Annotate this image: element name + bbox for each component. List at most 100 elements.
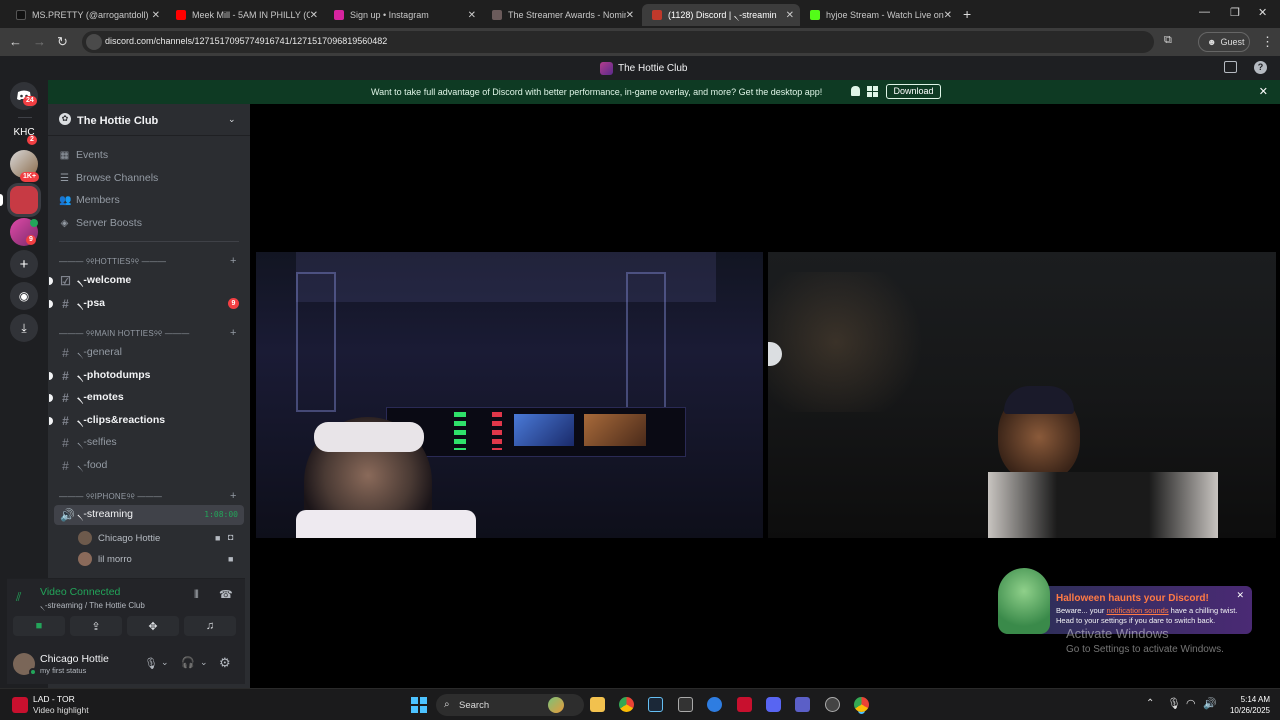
browser-tab-active[interactable]: (1128) Discord | ৲-streamin ✕: [642, 4, 800, 26]
volume-icon[interactable]: 🔊: [1203, 697, 1217, 710]
channel-clips-reactions[interactable]: # ৲-clips&reactions: [59, 411, 243, 431]
forward-icon[interactable]: →: [33, 34, 46, 49]
close-icon[interactable]: ✕: [786, 10, 794, 21]
channel-photodumps[interactable]: # ৲-photodumps: [59, 366, 243, 386]
close-icon[interactable]: ✕: [626, 10, 634, 21]
close-window-icon[interactable]: ✕: [1258, 6, 1267, 19]
disconnect-icon[interactable]: ☎: [219, 588, 233, 601]
call-timer: 1:08:00: [204, 510, 238, 519]
tab-title: Sign up • Instagram: [350, 10, 429, 20]
widget-title[interactable]: LAD - TOR: [33, 694, 75, 704]
epic-games-icon[interactable]: [678, 697, 693, 712]
channel-welcome[interactable]: ☑ ৲-welcome: [59, 271, 243, 291]
download-apps-icon[interactable]: ⤓: [10, 314, 38, 342]
help-icon[interactable]: ?: [1254, 61, 1267, 74]
chevron-down-icon[interactable]: ⌄: [161, 657, 169, 668]
reload-icon[interactable]: ↻: [57, 34, 68, 50]
steam-icon[interactable]: [648, 697, 663, 712]
add-server-icon[interactable]: +: [10, 250, 38, 278]
user-panel: Chicago Hottie my first status 🎙 ⌄ 🎧 ⌄ ⚙: [7, 646, 245, 684]
browser-tab[interactable]: The Streamer Awards - Nomina ✕: [482, 4, 640, 26]
menu-browse-channels[interactable]: ☰ Browse Channels: [59, 172, 158, 184]
close-icon[interactable]: ✕: [1259, 85, 1268, 98]
notification-sounds-link[interactable]: notification sounds: [1106, 606, 1168, 615]
discord-icon[interactable]: [766, 697, 781, 712]
chrome-icon[interactable]: [619, 697, 634, 712]
headphones-icon[interactable]: 🎧: [181, 656, 195, 669]
channel-general[interactable]: # ৲-general: [59, 343, 243, 363]
channel-emotes[interactable]: # ৲-emotes: [59, 388, 243, 408]
camera-icon: ■: [228, 554, 234, 564]
minimize-icon[interactable]: —: [1199, 6, 1210, 18]
menu-events[interactable]: ▦ Events: [59, 149, 108, 161]
server-header[interactable]: ✿ The Hottie Club ⌄: [48, 104, 250, 136]
menu-server-boosts[interactable]: ◈ Server Boosts: [59, 217, 142, 229]
site-info-icon[interactable]: [86, 34, 102, 50]
browser-tab[interactable]: Sign up • Instagram ✕: [324, 4, 482, 26]
create-channel-icon[interactable]: +: [230, 255, 236, 267]
noise-suppression-icon[interactable]: ⦀: [194, 589, 199, 602]
tab-title: Meek Mill - 5AM IN PHILLY (Of: [192, 10, 310, 20]
microphone-icon[interactable]: 🎙: [144, 657, 158, 670]
voice-member[interactable]: lil morro: [78, 552, 132, 566]
microphone-icon[interactable]: 🎙: [1167, 697, 1181, 710]
system-clock[interactable]: 5:14 AM 10/26/2025: [1226, 694, 1270, 716]
teams-icon[interactable]: [795, 697, 810, 712]
maximize-icon[interactable]: ❐: [1230, 6, 1240, 19]
back-icon[interactable]: ←: [9, 34, 22, 49]
profile-button[interactable]: ☻ Guest: [1198, 32, 1250, 52]
watermark-subtitle: Go to Settings to activate Windows.: [1066, 644, 1224, 655]
menu-icon[interactable]: ⋮: [1261, 34, 1274, 50]
file-explorer-icon[interactable]: [590, 697, 605, 712]
video-tile[interactable]: [768, 252, 1276, 538]
app-icon[interactable]: [825, 697, 840, 712]
settings-gear-icon[interactable]: ⚙: [219, 655, 231, 671]
browser-tab[interactable]: hyjoe Stream - Watch Live on K ✕: [800, 4, 958, 26]
wifi-icon[interactable]: ◠: [1186, 697, 1196, 710]
close-icon[interactable]: ✕: [944, 10, 952, 21]
create-channel-icon[interactable]: +: [230, 490, 236, 502]
channel-selfies[interactable]: # ৲-selfies: [59, 433, 243, 453]
browser-tab[interactable]: MS.PRETTY (@arrogantdoll) | Ti ✕: [6, 4, 166, 26]
server-red[interactable]: [10, 186, 38, 214]
channel-food[interactable]: # ৲-food: [59, 456, 243, 476]
channel-psa[interactable]: # ৲-psa 9: [59, 294, 243, 314]
activities-button[interactable]: ✥: [127, 616, 179, 636]
close-icon[interactable]: ✕: [310, 10, 318, 21]
app-icon[interactable]: [737, 697, 752, 712]
chevron-up-icon[interactable]: ⌃: [1146, 698, 1154, 709]
menu-members[interactable]: 👥 Members: [59, 194, 120, 206]
start-icon[interactable]: [411, 697, 427, 713]
app-icon[interactable]: [707, 697, 722, 712]
discover-icon[interactable]: ◉: [10, 282, 38, 310]
weather-widget-icon[interactable]: [12, 697, 28, 713]
channel-streaming[interactable]: 🔊 ৲-streaming 1:08:00: [54, 505, 244, 525]
tab-title: hyjoe Stream - Watch Live on K: [826, 10, 944, 20]
new-tab-button[interactable]: +: [963, 6, 971, 22]
install-app-icon[interactable]: ⧉: [1164, 34, 1172, 47]
signal-icon[interactable]: ⫽: [16, 590, 21, 605]
chevron-down-icon[interactable]: ⌄: [200, 657, 208, 668]
inbox-icon[interactable]: [1224, 61, 1237, 73]
voice-member[interactable]: Chicago Hottie: [78, 531, 160, 545]
close-icon[interactable]: ✕: [468, 10, 476, 21]
chrome-active-icon[interactable]: [854, 697, 869, 712]
soundboard-button[interactable]: ♫: [184, 616, 236, 636]
calendar-icon: ▦: [59, 149, 70, 161]
video-tile[interactable]: [256, 252, 763, 538]
create-channel-icon[interactable]: +: [230, 327, 236, 339]
category-header[interactable]: ——— ୨୧MAIN HOTTIES୨୧ ———: [59, 329, 189, 339]
close-icon[interactable]: ✕: [1236, 590, 1244, 601]
close-icon[interactable]: ✕: [152, 10, 160, 21]
voice-location[interactable]: ৲-streaming / The Hottie Club: [40, 600, 145, 613]
download-button[interactable]: Download: [886, 84, 941, 99]
clock-time: 5:14 AM: [1240, 695, 1270, 704]
mention-badge: 9: [228, 298, 239, 309]
camera-toggle-button[interactable]: ■: [13, 616, 65, 636]
category-header[interactable]: ——— ୨୧IPHONE୨୧ ———: [59, 492, 162, 502]
address-bar[interactable]: discord.com/channels/1271517095774916741…: [82, 31, 1154, 53]
category-header[interactable]: ——— ୨୧HOTTIES୨୧ ———: [59, 257, 166, 267]
browser-tab[interactable]: Meek Mill - 5AM IN PHILLY (Of ✕: [166, 4, 324, 26]
screen-share-button[interactable]: ⇪: [70, 616, 122, 636]
taskbar-search[interactable]: ⌕ Search: [436, 694, 584, 716]
